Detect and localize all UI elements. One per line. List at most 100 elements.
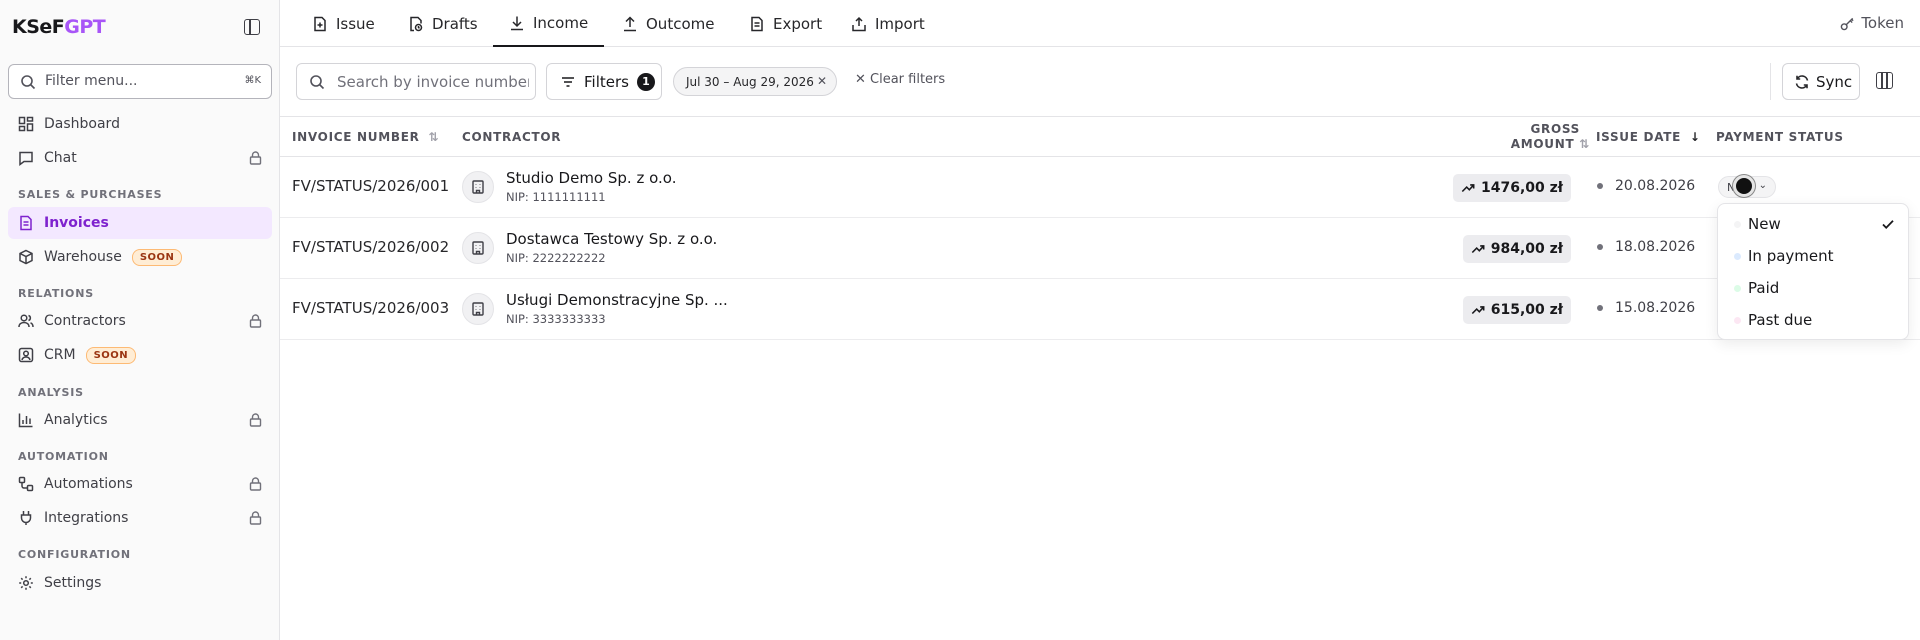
sync-button[interactable]: Sync <box>1782 63 1860 100</box>
menu-filter-placeholder: Filter menu... <box>45 73 138 89</box>
column-header-label: GROSS <box>1530 122 1580 136</box>
status-dot-icon <box>1734 253 1741 260</box>
sidebar-item-label: Invoices <box>44 215 109 231</box>
contact-card-icon <box>18 347 34 363</box>
upload-icon <box>624 15 636 31</box>
table-row[interactable]: FV/STATUS/2026/001 Studio Demo Sp. z o.o… <box>280 157 1920 218</box>
sidebar-item-integrations[interactable]: Integrations <box>8 502 272 534</box>
column-header-label: INVOICE NUMBER <box>292 130 420 144</box>
workflow-icon <box>18 476 34 492</box>
building-icon <box>462 171 494 203</box>
file-clock-icon <box>410 16 423 31</box>
gross-amount-badge: 615,00 zł <box>1462 296 1571 324</box>
columns-icon[interactable] <box>1876 72 1893 89</box>
file-text-icon <box>751 16 763 31</box>
dashboard-icon <box>18 116 34 132</box>
tab-drafts[interactable]: Drafts <box>408 0 478 47</box>
status-option-new[interactable]: New <box>1722 208 1906 240</box>
contractor-name: Dostawca Testowy Sp. z o.o. <box>506 230 718 248</box>
table-row[interactable]: FV/STATUS/2026/002 Dostawca Testowy Sp. … <box>280 218 1920 279</box>
tab-label: Outcome <box>646 14 715 33</box>
mouse-cursor-indicator <box>1733 175 1755 197</box>
issue-date: 18.08.2026 <box>1597 239 1695 255</box>
date-dot-icon <box>1597 183 1603 189</box>
status-dot-icon <box>1734 221 1741 228</box>
lock-icon <box>249 511 262 525</box>
tab-export[interactable]: Export <box>749 0 822 47</box>
sidebar-item-settings[interactable]: Settings <box>8 567 272 599</box>
sidebar-item-invoices[interactable]: Invoices <box>8 207 272 239</box>
remove-chip-icon[interactable]: ✕ <box>817 74 827 88</box>
date-range-chip[interactable]: Jul 30 – Aug 29, 2026 ✕ <box>673 67 837 96</box>
status-option-label: Paid <box>1748 279 1780 297</box>
table-row[interactable]: FV/STATUS/2026/003 Usługi Demonstracyjne… <box>280 279 1920 340</box>
upload-tray-icon <box>852 16 866 31</box>
sort-desc-icon: ↓ <box>1689 130 1701 144</box>
status-option-in-payment[interactable]: In payment <box>1722 240 1906 272</box>
filters-button[interactable]: Filters 1 <box>546 63 662 100</box>
invoice-number[interactable]: FV/STATUS/2026/002 <box>292 238 449 256</box>
sidebar-item-label: Integrations <box>44 510 129 526</box>
invoice-number[interactable]: FV/STATUS/2026/001 <box>292 177 449 195</box>
soon-badge: SOON <box>85 346 137 364</box>
invoice-number[interactable]: FV/STATUS/2026/003 <box>292 299 449 317</box>
trending-up-icon <box>1471 306 1485 315</box>
status-option-past-due[interactable]: Past due <box>1722 304 1906 336</box>
section-label-relations: RELATIONS <box>18 287 94 300</box>
tab-label: Drafts <box>432 14 478 33</box>
sidebar-item-chat[interactable]: Chat <box>8 142 272 174</box>
status-dot-icon <box>1734 317 1741 324</box>
section-label-configuration: CONFIGURATION <box>18 548 131 561</box>
sidebar-item-label: Contractors <box>44 313 126 329</box>
search-icon <box>21 75 36 90</box>
sidebar-item-label: Settings <box>44 575 102 591</box>
search-icon <box>310 75 325 90</box>
sidebar-item-contractors[interactable]: Contractors <box>8 305 272 337</box>
filter-lines-icon <box>562 76 574 87</box>
check-icon <box>1882 220 1894 229</box>
column-header-issue-date[interactable]: ISSUE DATE ↓ <box>1596 130 1701 144</box>
issue-date: 20.08.2026 <box>1597 178 1695 194</box>
sidebar-item-dashboard[interactable]: Dashboard <box>8 108 272 140</box>
gross-amount-badge: 1476,00 zł <box>1453 174 1571 202</box>
token-button[interactable]: Token <box>1840 14 1904 32</box>
sidebar-collapse-icon[interactable] <box>244 19 260 35</box>
tab-outcome[interactable]: Outcome <box>622 0 714 47</box>
sidebar-item-warehouse[interactable]: Warehouse SOON <box>8 241 272 273</box>
sidebar-item-label: CRM <box>44 347 76 363</box>
tab-label: Issue <box>336 14 375 33</box>
tab-issue[interactable]: Issue <box>312 0 375 47</box>
tab-import[interactable]: Import <box>851 0 925 47</box>
clear-filters-button[interactable]: ✕ Clear filters <box>855 72 945 87</box>
filters-label: Filters <box>584 72 629 91</box>
status-option-label: New <box>1748 215 1781 233</box>
tab-label: Import <box>875 14 925 33</box>
lock-icon <box>249 314 262 328</box>
column-header-payment-status[interactable]: PAYMENT STATUS <box>1716 130 1844 144</box>
status-option-label: In payment <box>1748 247 1834 265</box>
sidebar-item-crm[interactable]: CRM SOON <box>8 339 272 371</box>
sidebar: KSeFGPT Filter menu... ⌘K Dashboard Chat… <box>0 0 280 640</box>
column-header-invoice-number[interactable]: INVOICE NUMBER ⇅ <box>292 130 439 144</box>
column-header-gross-amount[interactable]: GROSS AMOUNT ⇅ <box>1490 122 1590 152</box>
contractor-name: Usługi Demonstracyjne Sp. ... <box>506 291 728 309</box>
app-logo[interactable]: KSeFGPT <box>12 16 106 38</box>
menu-filter-input[interactable]: Filter menu... ⌘K <box>8 64 272 99</box>
sidebar-item-automations[interactable]: Automations <box>8 468 272 500</box>
sidebar-item-analytics[interactable]: Analytics <box>8 404 272 436</box>
gross-amount: 615,00 zł <box>1490 302 1563 318</box>
section-label-sales: SALES & PURCHASES <box>18 188 163 201</box>
gross-amount: 984,00 zł <box>1490 241 1563 257</box>
tab-income[interactable]: Income <box>493 0 605 47</box>
lock-icon <box>249 413 262 427</box>
chat-icon <box>19 151 33 166</box>
sidebar-item-label: Chat <box>44 150 77 166</box>
search-placeholder: Search by invoice number... <box>337 73 529 91</box>
status-option-paid[interactable]: Paid <box>1722 272 1906 304</box>
contractor-name: Studio Demo Sp. z o.o. <box>506 169 677 187</box>
filters-count-badge: 1 <box>636 72 655 91</box>
section-label-automation: AUTOMATION <box>18 450 109 463</box>
invoice-search-input[interactable]: Search by invoice number... <box>296 63 536 100</box>
column-header-contractor[interactable]: CONTRACTOR <box>462 130 561 144</box>
top-tabs-bar: Issue Drafts Income Outcome Export Impor… <box>280 0 1920 47</box>
